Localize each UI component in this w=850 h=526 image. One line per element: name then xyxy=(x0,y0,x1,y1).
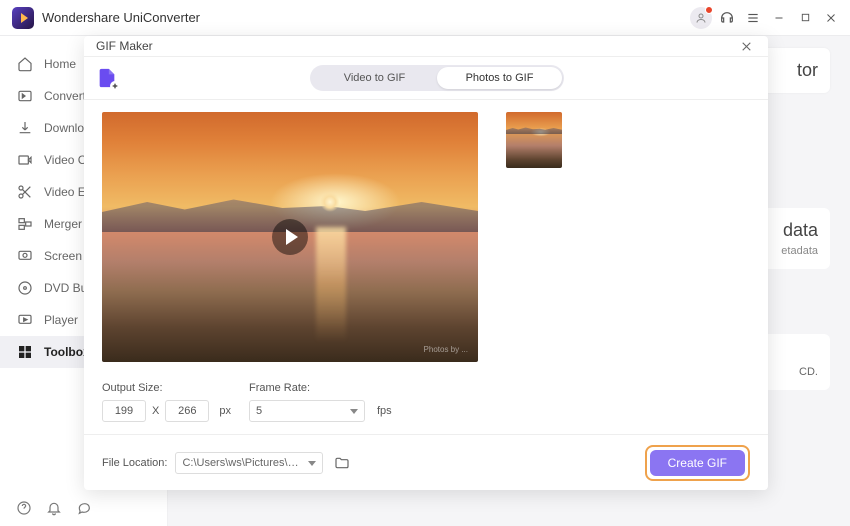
output-size-group: Output Size: X px xyxy=(102,382,231,422)
preview-watermark: Photos by ... xyxy=(424,345,468,354)
preview-pane[interactable]: Photos by ... xyxy=(102,112,478,362)
sidebar-item-label: Toolbox xyxy=(44,345,90,359)
media-row: Photos by ... xyxy=(102,112,750,362)
modal-body: Photos by ... Output Size: X px xyxy=(84,100,768,434)
player-icon xyxy=(16,311,34,329)
height-input[interactable] xyxy=(165,400,209,422)
tab-photos-to-gif[interactable]: Photos to GIF xyxy=(437,67,562,89)
open-folder-icon[interactable] xyxy=(333,454,351,472)
app-logo xyxy=(12,7,34,29)
frame-rate-value: 5 xyxy=(256,405,262,417)
preview-decoration xyxy=(316,227,346,342)
chevron-down-icon xyxy=(350,409,358,414)
mode-segmented-control: Video to GIF Photos to GIF xyxy=(310,65,564,91)
record-icon xyxy=(16,247,34,265)
add-file-icon[interactable] xyxy=(96,67,118,89)
app-window: Wondershare UniConverter Home xyxy=(0,0,850,526)
tab-video-to-gif[interactable]: Video to GIF xyxy=(312,67,437,89)
support-icon[interactable] xyxy=(716,7,738,29)
app-title: Wondershare UniConverter xyxy=(42,10,200,25)
scissors-icon xyxy=(16,183,34,201)
create-gif-highlight: Create GIF xyxy=(645,445,750,481)
file-location-select[interactable]: C:\Users\ws\Pictures\Wonders xyxy=(175,452,323,474)
merger-icon xyxy=(16,215,34,233)
fps-unit: fps xyxy=(377,405,392,417)
sidebar-item-label: Merger xyxy=(44,217,82,231)
file-location-value: C:\Users\ws\Pictures\Wonders xyxy=(182,457,302,469)
hamburger-menu-icon[interactable] xyxy=(742,7,764,29)
sidebar-footer xyxy=(0,490,167,526)
converter-icon xyxy=(16,87,34,105)
modal-footer: File Location: C:\Users\ws\Pictures\Wond… xyxy=(84,434,768,495)
frame-rate-label: Frame Rate: xyxy=(249,382,392,394)
preview-decoration xyxy=(320,192,340,212)
modal-title: GIF Maker xyxy=(96,39,153,53)
chevron-down-icon xyxy=(308,461,316,466)
modal-close-icon[interactable] xyxy=(736,36,756,56)
window-close-icon[interactable] xyxy=(820,7,842,29)
width-input[interactable] xyxy=(102,400,146,422)
toolbox-icon xyxy=(16,343,34,361)
bell-icon[interactable] xyxy=(46,500,62,516)
output-size-label: Output Size: xyxy=(102,382,231,394)
frame-rate-group: Frame Rate: 5 fps xyxy=(249,382,392,422)
sidebar-item-label: Home xyxy=(44,57,76,71)
create-gif-button[interactable]: Create GIF xyxy=(650,450,745,476)
file-location-label: File Location: xyxy=(102,457,167,469)
account-avatar[interactable] xyxy=(690,7,712,29)
modal-toolbar: Video to GIF Photos to GIF xyxy=(84,57,768,100)
titlebar: Wondershare UniConverter xyxy=(0,0,850,36)
x-separator: X xyxy=(152,405,159,417)
form-row: Output Size: X px Frame Rate: 5 xyxy=(102,382,750,422)
gif-maker-modal: GIF Maker Video to GIF Photos to GIF xyxy=(84,36,768,490)
compressor-icon xyxy=(16,151,34,169)
help-icon[interactable] xyxy=(16,500,32,516)
play-icon[interactable] xyxy=(272,219,308,255)
maximize-icon[interactable] xyxy=(794,7,816,29)
minimize-icon[interactable] xyxy=(768,7,790,29)
download-icon xyxy=(16,119,34,137)
disc-icon xyxy=(16,279,34,297)
sidebar-item-label: Player xyxy=(44,313,78,327)
frame-rate-select[interactable]: 5 xyxy=(249,400,365,422)
thumbnail-item[interactable] xyxy=(506,112,562,168)
feedback-icon[interactable] xyxy=(76,500,92,516)
px-unit: px xyxy=(219,405,231,417)
home-icon xyxy=(16,55,34,73)
modal-header: GIF Maker xyxy=(84,36,768,57)
thumb-decoration xyxy=(506,124,562,134)
